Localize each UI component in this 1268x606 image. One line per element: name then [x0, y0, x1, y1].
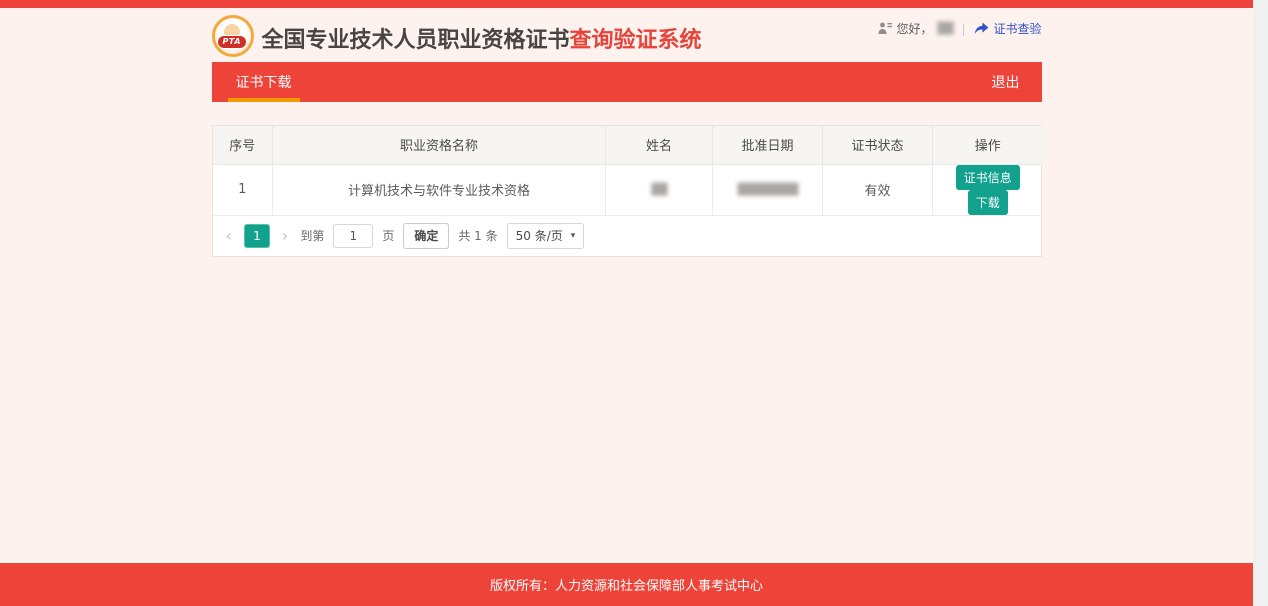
tab-label: 证书下载: [236, 72, 292, 92]
main-content: 序号 职业资格名称 姓名 批准日期 证书状态 操作 1 计算机技术与软件专业技术…: [0, 102, 1253, 563]
user-area: 您好， ██ | 证书查验: [878, 20, 1042, 37]
masked-username: ██: [938, 22, 953, 35]
page-title: 全国专业技术人员职业资格证书查询验证系统: [262, 22, 702, 54]
col-name: 姓名: [606, 126, 713, 164]
goto-confirm-button[interactable]: 确定: [403, 223, 449, 249]
tab-certificate-download[interactable]: 证书下载: [212, 62, 316, 102]
table-row: 1 计算机技术与软件专业技术资格 ██ ████████ 有效 证书信息 下载: [213, 164, 1043, 215]
cell-approval-date: ████████: [713, 164, 823, 215]
page-number-1[interactable]: 1: [244, 224, 270, 248]
logout-button[interactable]: 退出: [970, 62, 1042, 102]
site-footer: 版权所有：人力资源和社会保障部人事考试中心: [0, 563, 1253, 606]
total-count-label: 共 1 条: [458, 227, 497, 244]
pagination-bar: ‹ 1 › 到第 页 确定 共 1 条 50 条/页 ▾: [213, 216, 1041, 256]
col-actions: 操作: [933, 126, 1043, 164]
site-header: PTA 全国专业技术人员职业资格证书查询验证系统 您好， ██ | 证书查验: [212, 8, 1042, 62]
pta-logo: PTA: [212, 15, 254, 57]
cell-name: ██: [606, 164, 713, 215]
goto-page-prefix: 到第: [300, 227, 324, 244]
certificate-table-container: 序号 职业资格名称 姓名 批准日期 证书状态 操作 1 计算机技术与软件专业技术…: [212, 125, 1042, 257]
cell-index: 1: [213, 164, 273, 215]
prev-page-arrow[interactable]: ‹: [223, 228, 235, 244]
scrollbar-track[interactable]: [1253, 0, 1268, 606]
goto-page-input[interactable]: [333, 224, 373, 248]
top-accent-bar: [0, 0, 1253, 8]
goto-page-suffix: 页: [382, 227, 394, 244]
download-button[interactable]: 下载: [968, 190, 1008, 215]
next-page-arrow[interactable]: ›: [279, 228, 291, 244]
page-container: PTA 全国专业技术人员职业资格证书查询验证系统 您好， ██ | 证书查验 证…: [0, 0, 1253, 606]
certificate-info-button[interactable]: 证书信息: [956, 165, 1020, 190]
certificate-verify-link[interactable]: 证书查验: [974, 20, 1041, 37]
masked-name: ██: [652, 183, 667, 196]
logo-pta-badge: PTA: [217, 35, 247, 49]
greeting-text: 您好，: [897, 20, 933, 37]
user-icon: [878, 22, 892, 35]
chevron-down-icon: ▾: [571, 231, 576, 241]
logout-label: 退出: [992, 72, 1020, 92]
main-nav: 证书下载 退出: [212, 62, 1042, 102]
col-status: 证书状态: [823, 126, 933, 164]
verify-link-label: 证书查验: [993, 20, 1041, 37]
page-title-accent: 查询验证系统: [570, 28, 702, 53]
cell-actions: 证书信息 下载: [933, 164, 1043, 215]
cell-status: 有效: [823, 164, 933, 215]
share-arrow-icon: [974, 22, 989, 35]
col-index: 序号: [213, 126, 273, 164]
col-qualification: 职业资格名称: [273, 126, 606, 164]
table-header-row: 序号 职业资格名称 姓名 批准日期 证书状态 操作: [213, 126, 1043, 164]
page-size-value: 50 条/页: [516, 227, 563, 244]
page-title-main: 全国专业技术人员职业资格证书: [262, 28, 570, 53]
masked-date: ████████: [738, 183, 798, 196]
copyright-text: 版权所有：人力资源和社会保障部人事考试中心: [490, 575, 763, 594]
cell-qualification: 计算机技术与软件专业技术资格: [273, 164, 606, 215]
col-approval-date: 批准日期: [713, 126, 823, 164]
page-size-select[interactable]: 50 条/页 ▾: [507, 223, 585, 249]
certificate-table: 序号 职业资格名称 姓名 批准日期 证书状态 操作 1 计算机技术与软件专业技术…: [213, 126, 1043, 216]
separator: |: [961, 22, 965, 36]
